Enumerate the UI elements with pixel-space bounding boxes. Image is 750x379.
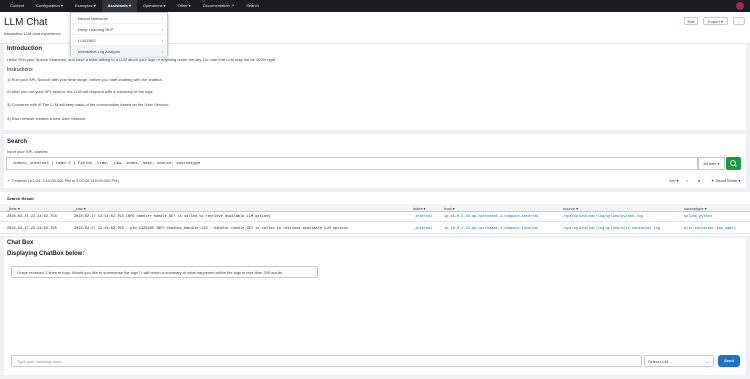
search-mode-selector[interactable]: ✦ Smart Mode ▾ <box>711 178 740 183</box>
chevron-right-icon: › <box>161 16 163 21</box>
table-row[interactable]: 2024-02-17 22:14:02.758 2024-02-17 13:14… <box>0 213 750 222</box>
menu-item-deep-learning-nlp[interactable]: Deep Learning NLP › <box>71 24 167 35</box>
events-summary: ✓ 2 events (1/1/24, 3:10:06.000 PM to 3:… <box>7 178 119 183</box>
intro-text: Hello! Run your Splunk Searches, and hav… <box>7 57 277 62</box>
stop-icon[interactable]: ■ <box>698 178 700 183</box>
page-description: Interactive LLM chat experience <box>4 31 61 36</box>
column-header-source[interactable]: source ▾ <box>563 206 578 211</box>
cell-host[interactable]: ip-10-0-1-34.ap-northeast-1.compute.inte… <box>444 215 539 219</box>
results-table-header: _time ▾ _raw ▾ index ▾ host ▾ source ▾ s… <box>0 204 750 212</box>
cell-index[interactable]: _internal <box>413 215 432 219</box>
more-button[interactable]: ... <box>733 17 745 25</box>
search-heading: Search <box>7 139 28 145</box>
nav-examples[interactable]: Examples ▾ <box>69 0 102 12</box>
cell-sourcetype[interactable]: mltk-container-too_small <box>684 227 736 231</box>
export-button[interactable]: Export ▾ <box>703 17 728 25</box>
column-header-host[interactable]: host ▾ <box>444 206 455 211</box>
nav-other[interactable]: Other ▾ <box>172 0 197 12</box>
instruction-step-4: 4) Each refresh creates a new User Sessi… <box>7 116 87 121</box>
send-button[interactable]: Send <box>718 355 740 367</box>
cell-raw: 2024-02-17 13:14:02.758 INFO handler han… <box>74 215 271 219</box>
user-avatar[interactable] <box>736 2 744 10</box>
spl-query-text: index=_internal | head 2 | fields _time,… <box>13 162 201 166</box>
menu-item-neural-networks[interactable]: Neural Networks › <box>71 13 167 24</box>
page-title: LLM Chat <box>4 17 48 28</box>
column-header-sourcetype[interactable]: sourcetype ▾ <box>684 206 707 211</box>
edit-button[interactable]: Edit <box>684 17 698 25</box>
pause-icon[interactable]: ⏸ <box>686 178 688 183</box>
instruction-step-2: 2) After you run your SPL search, the LL… <box>7 89 154 94</box>
chat-box-heading: Chat Box <box>7 240 34 246</box>
nav-configuration[interactable]: Configuration ▾ <box>30 0 69 12</box>
chevron-down-icon: ⌄ <box>705 359 709 364</box>
chevron-right-icon: › <box>161 38 163 43</box>
cell-sourcetype[interactable]: splunk_python <box>684 215 712 219</box>
spl-search-input[interactable]: index=_internal | head 2 | fields _time,… <box>6 157 698 170</box>
nav-documentation[interactable]: Documentation ↗ <box>197 0 240 12</box>
nav-operations[interactable]: Operations ▾ <box>137 0 172 12</box>
instruction-step-1: 1) Run your SPL Search with your time ra… <box>7 77 163 82</box>
cell-source[interactable]: /opt/splunk/var/log/splunk/python.log <box>563 215 643 219</box>
nav-content[interactable]: Content <box>4 0 30 12</box>
nav-assistants[interactable]: Assistants ▾ <box>101 0 137 12</box>
menu-item-llm-rag[interactable]: LLM-RAG › <box>71 35 167 46</box>
column-header-index[interactable]: index ▾ <box>413 206 426 211</box>
job-menu[interactable]: Job ▾ <box>669 178 679 183</box>
column-header-raw[interactable]: _raw ▾ <box>74 206 86 211</box>
assistants-dropdown-menu: Neural Networks › Deep Learning NLP › LLM-… <box>70 12 168 57</box>
cell-time: 2024-02-17 22:14:02.758 <box>7 215 57 219</box>
chevron-right-icon: › <box>161 27 163 32</box>
intro-heading: Introduction <box>7 46 42 52</box>
column-header-time[interactable]: _time ▾ <box>7 206 20 211</box>
cell-source[interactable]: /opt/splunk/var/log/splunk/mltk-containe… <box>563 227 660 231</box>
cell-host[interactable]: ip-10-0-1-34.ap-northeast-1.compute.inte… <box>444 227 539 231</box>
chat-box-subheading: Displaying ChatBox below: <box>7 251 85 257</box>
chevron-right-icon: › <box>161 49 163 54</box>
search-input-label: Input your SPL queries <box>7 149 48 154</box>
instruction-step-3: 3) Converse with it! The LLM will keep t… <box>7 102 170 107</box>
cell-index[interactable]: _internal <box>413 227 432 231</box>
search-icon <box>730 160 737 167</box>
nav-search[interactable]: Search <box>240 0 265 12</box>
top-navigation-bar: Content Configuration ▾ Examples ▾ Assis… <box>0 0 750 12</box>
time-range-picker[interactable]: All time ▾ <box>698 157 725 170</box>
instructions-heading: Instructions <box>7 67 33 73</box>
llm-select[interactable]: Select LLM... ⌄ <box>644 355 714 367</box>
menu-item-interactive-log-analysis[interactable]: Interactive Log Analysis › <box>71 46 167 57</box>
llm-select-value: Select LLM... <box>648 359 672 364</box>
search-result-heading: Search Result <box>7 196 34 201</box>
cell-raw: 2024-02-17 13:14:02.758 - pid:2423100 IN… <box>74 227 348 231</box>
message-input[interactable]: Type your message here... <box>11 355 642 367</box>
table-row[interactable]: 2024-02-17 22:14:02.758 2024-02-17 13:14… <box>0 225 750 234</box>
cell-time: 2024-02-17 22:14:02.758 <box>7 227 57 231</box>
assistant-message: I have received 2 lines of logs. Would y… <box>11 266 318 278</box>
search-submit-button[interactable] <box>726 157 741 170</box>
